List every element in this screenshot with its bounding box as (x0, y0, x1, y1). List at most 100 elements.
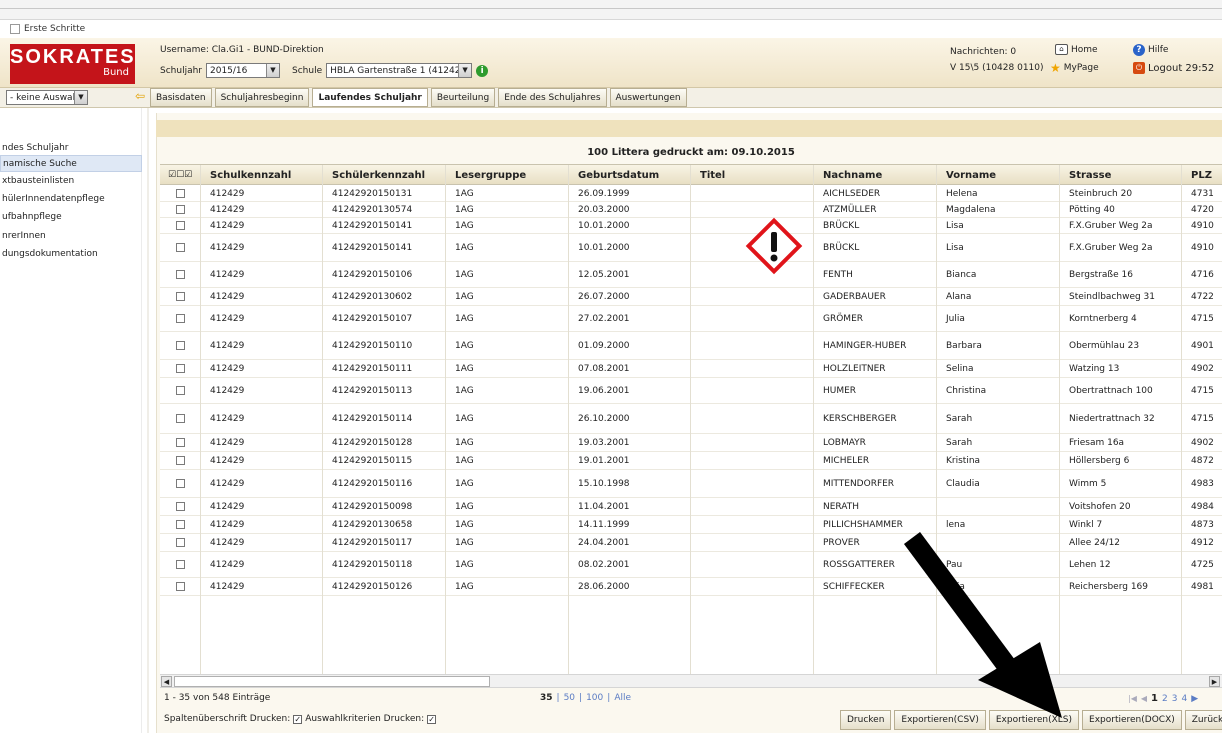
table-cell: 1AG (455, 313, 474, 324)
sidebar-item[interactable]: hülerInnendatenpflege (0, 190, 142, 207)
tab-basisdaten[interactable]: Basisdaten (150, 88, 212, 107)
column-header[interactable]: Nachname (819, 165, 882, 185)
row-checkbox[interactable] (176, 386, 185, 395)
row-checkbox[interactable] (176, 479, 185, 488)
row-checkbox[interactable] (176, 560, 185, 569)
row-checkbox[interactable] (176, 364, 185, 373)
table-row[interactable]: 412429 41242920150141 1AG 10.01.2000 BRÜCKL L… (160, 218, 1222, 234)
home-link[interactable]: ⌂ Home (1055, 44, 1098, 55)
sidebar-item[interactable]: dungsdokumentation (0, 245, 142, 262)
page-3[interactable]: 3 (1172, 694, 1178, 704)
page-1[interactable]: 1 (1151, 693, 1158, 704)
table-cell: 41242920150111 (332, 363, 413, 374)
page-size-50[interactable]: 50 (564, 693, 575, 703)
table-row[interactable]: 412429 41242920150116 1AG 15.10.1998 MITTEND… (160, 470, 1222, 498)
column-header[interactable]: Schulkennzahl (206, 165, 291, 185)
row-checkbox[interactable] (176, 438, 185, 447)
table-row[interactable]: 412429 41242920150106 1AG 12.05.2001 FENTH Bi… (160, 262, 1222, 288)
tab-auswertungen[interactable]: Auswertungen (609, 88, 687, 107)
zurueck-button[interactable]: Zurück (1184, 710, 1222, 730)
arrow-left-icon[interactable]: ⇦ (135, 89, 145, 103)
page-4[interactable]: 4 (1181, 694, 1187, 704)
table-row[interactable]: 412429 41242920150115 1AG 19.01.2001 MICHELE… (160, 452, 1222, 470)
column-header[interactable]: Strasse (1065, 165, 1111, 185)
tab-laufendes-schuljahr[interactable]: Laufendes Schuljahr (312, 88, 428, 107)
column-header[interactable]: Titel (696, 165, 725, 185)
table-row[interactable]: 412429 41242920150107 1AG 27.02.2001 GRÖMER J… (160, 306, 1222, 332)
row-checkbox[interactable] (176, 502, 185, 511)
sidebar-item[interactable]: nrerInnen (0, 227, 142, 244)
auswahl-select[interactable]: - keine Auswahl - ▼ (6, 90, 88, 105)
export-docx-button[interactable]: Exportieren(DOCX) (1082, 710, 1182, 730)
table-cell: Pötting 40 (1069, 204, 1115, 215)
sidebar-item[interactable]: xtbausteinlisten (0, 172, 142, 189)
column-header[interactable]: Vorname (942, 165, 996, 185)
tab-schuljahresbeginn[interactable]: Schuljahresbeginn (214, 88, 310, 107)
auswahl-checkbox[interactable]: ✓ (427, 714, 437, 724)
chevron-down-icon[interactable]: ▼ (458, 64, 472, 77)
scroll-left-icon[interactable]: ◀ (161, 676, 172, 687)
row-checkbox[interactable] (176, 538, 185, 547)
table-cell: Reichersberg 169 (1069, 581, 1149, 592)
row-checkbox[interactable] (176, 456, 185, 465)
table-row[interactable]: 412429 41242920150110 1AG 01.09.2000 HAMINGE… (160, 332, 1222, 360)
mypage-link[interactable]: ★ MyPage (1050, 62, 1099, 74)
table-row[interactable]: 412429 41242920150098 1AG 11.04.2001 NERATH V… (160, 498, 1222, 516)
table-row[interactable]: 412429 41242920150111 1AG 07.08.2001 HOLZLEI… (160, 360, 1222, 378)
info-icon[interactable]: i (476, 64, 489, 77)
schuljahr-select[interactable]: 2015/16 ▼ (206, 63, 280, 78)
row-checkbox[interactable] (176, 314, 185, 323)
next-page-icon[interactable]: ▶ (1191, 694, 1198, 704)
page-size-all[interactable]: Alle (614, 693, 631, 703)
column-header[interactable]: Geburtsdatum (574, 165, 659, 185)
table-row[interactable]: 412429 41242920150128 1AG 19.03.2001 LOBMAYR… (160, 434, 1222, 452)
table-row[interactable]: 412429 41242920150141 1AG 10.01.2000 BRÜCKL L… (160, 234, 1222, 262)
erste-schritte-checkbox[interactable] (10, 24, 20, 34)
row-checkbox[interactable] (176, 341, 185, 350)
table-cell: 1AG (455, 519, 474, 530)
row-checkbox[interactable] (176, 414, 185, 423)
erste-schritte-toggle[interactable]: Erste Schritte (10, 22, 85, 36)
logout-link[interactable]: ⏻ Logout 29:52 (1133, 62, 1214, 74)
tab-beurteilung[interactable]: Beurteilung (430, 88, 496, 107)
row-checkbox[interactable] (176, 582, 185, 591)
row-checkbox[interactable] (176, 205, 185, 214)
scrollbar-thumb[interactable] (174, 676, 490, 687)
page-size-35[interactable]: 35 (540, 693, 553, 703)
sidebar-splitter[interactable] (147, 108, 149, 733)
drucken-button[interactable]: Drucken (840, 710, 892, 730)
sidebar-item[interactable]: ndes Schuljahr (0, 139, 142, 156)
help-link[interactable]: ? Hilfe (1133, 44, 1168, 56)
table-row[interactable]: 412429 41242920150114 1AG 26.10.2000 KERSCHB… (160, 404, 1222, 434)
scroll-right-icon[interactable]: ▶ (1209, 676, 1220, 687)
spalten-checkbox[interactable]: ✓ (293, 714, 303, 724)
row-checkbox[interactable] (176, 221, 185, 230)
schule-select[interactable]: HBLA Gartenstraße 1 (412429 ▼ (326, 63, 473, 78)
prev-page-icon[interactable]: ◀ (1141, 694, 1147, 703)
row-checkbox[interactable] (176, 292, 185, 301)
page-size-100[interactable]: 100 (586, 693, 603, 703)
tab-ende-des-schuljahres[interactable]: Ende des Schuljahres (498, 88, 607, 107)
chevron-down-icon[interactable]: ▼ (266, 64, 279, 77)
table-row[interactable]: 412429 41242920150113 1AG 19.06.2001 HUMER Ch… (160, 378, 1222, 404)
table-row[interactable]: 412429 41242920130574 1AG 20.03.2000 ATZMÜLL… (160, 202, 1222, 218)
table-cell: 41242920150141 (332, 242, 413, 253)
row-checkbox[interactable] (176, 243, 185, 252)
column-header[interactable]: Schülerkennzahl (328, 165, 425, 185)
table-row[interactable]: 412429 41242920130602 1AG 26.07.2000 GADERBA… (160, 288, 1222, 306)
table-cell: 19.06.2001 (578, 385, 630, 396)
column-header[interactable]: PLZ (1187, 165, 1212, 185)
first-page-icon[interactable]: |◀ (1128, 694, 1137, 703)
chevron-down-icon[interactable]: ▼ (74, 91, 87, 104)
page-2[interactable]: 2 (1162, 694, 1168, 704)
nachrichten-count[interactable]: Nachrichten: 0 (950, 47, 1016, 57)
sidebar-item-dynamische-suche[interactable]: namische Suche (0, 155, 142, 172)
column-header[interactable]: Lesergruppe (451, 165, 526, 185)
row-checkbox[interactable] (176, 189, 185, 198)
select-all-checkboxes[interactable]: ☑☐☑ (164, 165, 192, 185)
row-checkbox[interactable] (176, 520, 185, 529)
table-cell: 1AG (455, 559, 474, 570)
row-checkbox[interactable] (176, 270, 185, 279)
sidebar-item[interactable]: ufbahnpflege (0, 208, 142, 225)
table-row[interactable]: 412429 41242920150131 1AG 26.09.1999 AICHLSE… (160, 186, 1222, 202)
